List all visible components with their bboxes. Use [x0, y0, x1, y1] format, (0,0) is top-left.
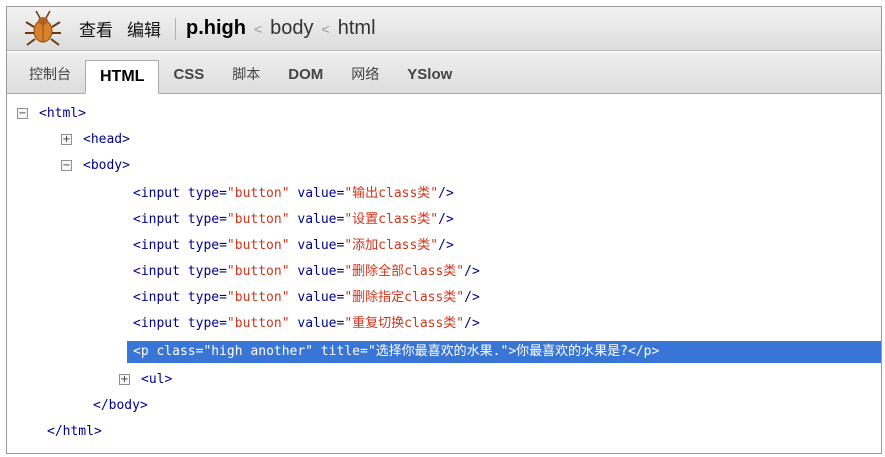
input-tag: <input type=	[133, 186, 227, 201]
value-attr: value=	[289, 264, 345, 279]
tab-net[interactable]: 网络	[337, 59, 393, 93]
title-attr: title=	[313, 344, 368, 359]
tag-head: <head>	[83, 132, 130, 147]
type-value: "button"	[226, 186, 290, 201]
tree-node-ul[interactable]: + <ul>	[119, 369, 172, 391]
input-tag: <input type=	[133, 212, 227, 227]
value-value: "删除全部class类"	[344, 264, 465, 279]
p-close: </p>	[627, 344, 660, 359]
html-tree: − <html> + <head> − <body> <input type="…	[7, 95, 881, 453]
type-value: "button"	[226, 290, 290, 305]
input-close: />	[438, 238, 454, 253]
tab-script[interactable]: 脚本	[218, 59, 274, 93]
value-value: "删除指定class类"	[344, 290, 465, 305]
tree-node-html[interactable]: − <html>	[17, 103, 86, 125]
collapse-toggle-icon[interactable]: −	[17, 108, 28, 119]
firebug-bug-icon[interactable]	[23, 9, 63, 49]
breadcrumb-body[interactable]: body	[270, 17, 313, 40]
tag-html-open: <html>	[39, 106, 86, 121]
value-attr: value=	[289, 238, 345, 253]
tree-node-html-close[interactable]: </html>	[47, 421, 102, 443]
expand-toggle-icon[interactable]: +	[61, 134, 72, 145]
p-text: 你最喜欢的水果是?	[516, 344, 628, 359]
breadcrumb-separator: <	[321, 20, 330, 37]
tree-node-p-selected[interactable]: <p class="high another" title="选择你最喜欢的水果…	[127, 341, 881, 363]
value-attr: value=	[289, 186, 345, 201]
value-value: "设置class类"	[344, 212, 439, 227]
input-close: />	[464, 264, 480, 279]
tag-html-close: </html>	[47, 424, 102, 439]
tag-body-open: <body>	[83, 158, 130, 173]
firebug-toolbar: 查看 编辑 p.high < body < html	[7, 7, 881, 51]
tree-node-input[interactable]: <input type="button" value="添加class类"/>	[133, 235, 454, 257]
menu-view[interactable]: 查看	[79, 16, 113, 41]
tag-body-close: </body>	[93, 398, 148, 413]
input-tag: <input type=	[133, 316, 227, 331]
tab-css[interactable]: CSS	[159, 59, 218, 93]
panel-tabs: 控制台 HTML CSS 脚本 DOM 网络 YSlow	[7, 52, 881, 94]
class-value: "high another"	[203, 344, 314, 359]
collapse-toggle-icon[interactable]: −	[61, 160, 72, 171]
input-tag: <input type=	[133, 238, 227, 253]
value-value: "输出class类"	[344, 186, 439, 201]
value-attr: value=	[289, 316, 345, 331]
tree-node-body[interactable]: − <body>	[61, 155, 130, 177]
p-tag: <p class=	[133, 344, 204, 359]
breadcrumb-html[interactable]: html	[338, 17, 376, 40]
tab-dom[interactable]: DOM	[274, 59, 337, 93]
tree-node-input[interactable]: <input type="button" value="删除指定class类"/…	[133, 287, 480, 309]
value-value: "重复切换class类"	[344, 316, 465, 331]
type-value: "button"	[226, 212, 290, 227]
tab-console[interactable]: 控制台	[15, 59, 85, 93]
input-close: />	[464, 290, 480, 305]
type-value: "button"	[226, 238, 290, 253]
tab-html[interactable]: HTML	[85, 60, 160, 94]
type-value: "button"	[226, 316, 290, 331]
title-value: "选择你最喜欢的水果."	[367, 344, 509, 359]
tree-node-input[interactable]: <input type="button" value="输出class类"/>	[133, 183, 454, 205]
p-tag-end: >	[508, 344, 517, 359]
input-tag: <input type=	[133, 264, 227, 279]
value-value: "添加class类"	[344, 238, 439, 253]
tree-node-input[interactable]: <input type="button" value="重复切换class类"/…	[133, 313, 480, 335]
toolbar-divider	[175, 17, 176, 40]
tree-node-input[interactable]: <input type="button" value="删除全部class类"/…	[133, 261, 480, 283]
value-attr: value=	[289, 212, 345, 227]
menu-edit[interactable]: 编辑	[127, 16, 161, 41]
tag-ul: <ul>	[141, 372, 173, 387]
breadcrumb-separator: <	[253, 20, 263, 37]
tree-node-input[interactable]: <input type="button" value="设置class类"/>	[133, 209, 454, 231]
input-close: />	[438, 212, 454, 227]
tree-node-body-close[interactable]: </body>	[93, 395, 148, 417]
breadcrumb-p-high[interactable]: p.high	[186, 17, 246, 40]
firebug-panel: 查看 编辑 p.high < body < html 控制台 HTML CSS …	[6, 6, 882, 454]
input-close: />	[464, 316, 480, 331]
type-value: "button"	[226, 264, 290, 279]
expand-toggle-icon[interactable]: +	[119, 374, 130, 385]
tab-yslow[interactable]: YSlow	[393, 59, 466, 93]
value-attr: value=	[289, 290, 345, 305]
input-tag: <input type=	[133, 290, 227, 305]
tree-node-head[interactable]: + <head>	[61, 129, 130, 151]
input-close: />	[438, 186, 454, 201]
